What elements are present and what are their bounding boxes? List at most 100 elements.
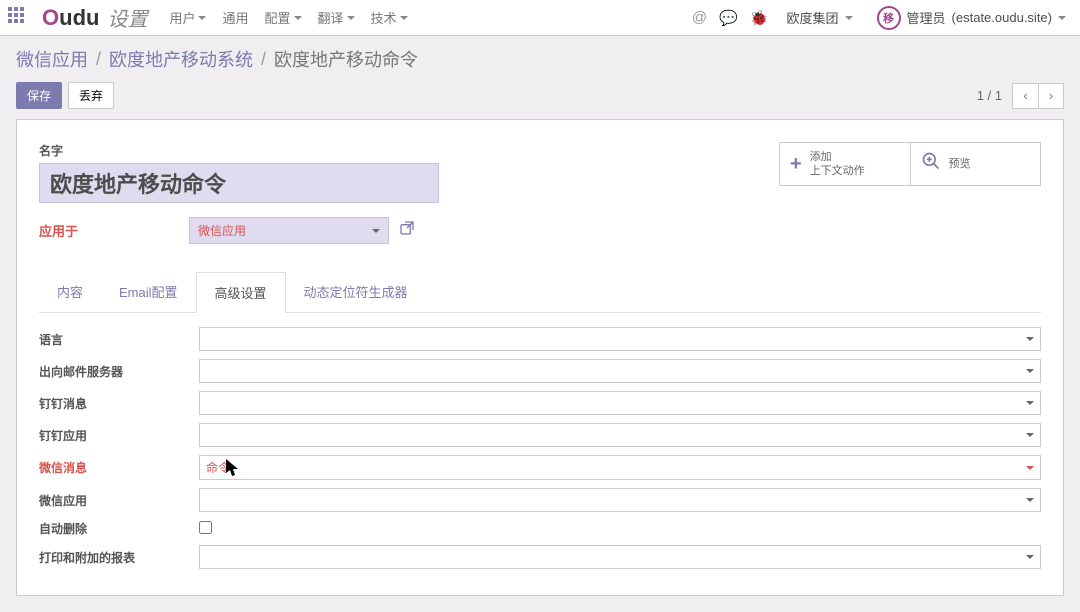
- brand-o: O: [42, 5, 59, 30]
- row-attach-report: 打印和附加的报表: [39, 541, 1041, 573]
- caret-down-icon: [294, 16, 302, 20]
- company-switcher[interactable]: 欧度集团: [781, 6, 859, 29]
- form-rows: 语言 出向邮件服务器 钉钉消息 钉钉应用 微信消息 命令 微信应用 自动删除 打: [39, 323, 1041, 573]
- topbar-right: @ 💬 🐞 欧度集团 移 管理员 (estate.oudu.site): [692, 4, 1072, 32]
- pager-prev-button[interactable]: ‹: [1012, 83, 1038, 109]
- breadcrumb-wechat-apps[interactable]: 微信应用: [16, 46, 88, 72]
- tab-content[interactable]: 内容: [39, 272, 101, 312]
- caret-down-icon: [845, 16, 853, 20]
- label-ding-msg: 钉钉消息: [39, 395, 199, 412]
- select-wx-msg[interactable]: 命令: [199, 455, 1041, 480]
- select-attach-report[interactable]: [199, 545, 1041, 569]
- caret-down-icon: [1026, 555, 1034, 559]
- nav-general[interactable]: 通用: [216, 2, 254, 33]
- app-title: 设置: [107, 3, 147, 32]
- caret-down-icon: [198, 16, 206, 20]
- company-name: 欧度集团: [787, 8, 839, 27]
- label-auto-delete: 自动删除: [39, 520, 199, 537]
- label-attach-report: 打印和附加的报表: [39, 549, 199, 566]
- chat-icon[interactable]: 💬: [719, 9, 738, 27]
- caret-down-icon: [347, 16, 355, 20]
- nav-config[interactable]: 配置: [258, 2, 307, 33]
- plus-icon: +: [790, 153, 802, 176]
- nav-translate[interactable]: 翻译: [312, 2, 361, 33]
- label-smtp: 出向邮件服务器: [39, 363, 199, 380]
- tab-advanced[interactable]: 高级设置: [196, 272, 286, 313]
- select-language[interactable]: [199, 327, 1041, 351]
- sheet-header: 名字 应用于 微信应用 + 添加 上下文动作: [39, 142, 1041, 244]
- stat-text: 添加 上下文动作: [810, 150, 865, 179]
- breadcrumb: 微信应用 / 欧度地产移动系统 / 欧度地产移动命令: [16, 46, 1064, 72]
- preview-label: 预览: [949, 157, 971, 171]
- label-wx-msg: 微信消息: [39, 459, 199, 476]
- user-site: (estate.oudu.site): [952, 10, 1052, 25]
- nav-general-label: 通用: [222, 8, 248, 27]
- breadcrumb-estate-mobile[interactable]: 欧度地产移动系统: [109, 46, 253, 72]
- form-sheet: 名字 应用于 微信应用 + 添加 上下文动作: [16, 119, 1064, 596]
- name-input[interactable]: [39, 163, 439, 203]
- control-panel: 微信应用 / 欧度地产移动系统 / 欧度地产移动命令 保存 丢弃 1 / 1 ‹…: [0, 36, 1080, 119]
- row-language: 语言: [39, 323, 1041, 355]
- stat-line1: 添加: [810, 150, 865, 164]
- apps-icon[interactable]: [8, 7, 30, 29]
- stat-buttons: + 添加 上下文动作 预览: [779, 142, 1041, 186]
- separator: /: [261, 49, 266, 70]
- save-button[interactable]: 保存: [16, 82, 62, 109]
- user-menu[interactable]: 移 管理员 (estate.oudu.site): [871, 4, 1072, 32]
- select-wx-app[interactable]: [199, 488, 1041, 512]
- wx-msg-value: 命令: [206, 459, 230, 476]
- bug-icon[interactable]: 🐞: [750, 9, 769, 27]
- select-ding-msg[interactable]: [199, 391, 1041, 415]
- label-language: 语言: [39, 331, 199, 348]
- pager-counter: 1 / 1: [977, 88, 1002, 103]
- nav-menu: 用户 通用 配置 翻译 技术: [163, 2, 413, 33]
- checkbox-auto-delete[interactable]: [199, 521, 212, 534]
- nav-users[interactable]: 用户: [163, 2, 212, 33]
- caret-down-icon: [1058, 16, 1066, 20]
- tab-email[interactable]: Email配置: [101, 272, 196, 312]
- at-icon[interactable]: @: [692, 9, 707, 26]
- discard-button[interactable]: 丢弃: [68, 82, 114, 109]
- row-wx-app: 微信应用: [39, 484, 1041, 516]
- pager-buttons: ‹ ›: [1012, 83, 1064, 109]
- row-auto-delete: 自动删除: [39, 516, 1041, 541]
- row-smtp: 出向邮件服务器: [39, 355, 1041, 387]
- magnify-plus-icon: [921, 151, 941, 177]
- caret-down-icon: [400, 16, 408, 20]
- external-link-icon[interactable]: [399, 220, 415, 241]
- row-ding-msg: 钉钉消息: [39, 387, 1041, 419]
- caret-down-icon: [1026, 433, 1034, 437]
- caret-down-icon: [1026, 369, 1034, 373]
- nav-technical[interactable]: 技术: [365, 2, 414, 33]
- nav-config-label: 配置: [264, 8, 290, 27]
- applied-value: 微信应用: [198, 222, 246, 239]
- name-label: 名字: [39, 142, 759, 159]
- applied-row: 应用于 微信应用: [39, 217, 759, 244]
- applied-select[interactable]: 微信应用: [189, 217, 389, 244]
- tab-dynamic[interactable]: 动态定位符生成器: [286, 272, 426, 312]
- brand-logo[interactable]: Oudu: [42, 5, 99, 31]
- caret-down-icon: [1026, 401, 1034, 405]
- nav-technical-label: 技术: [371, 8, 397, 27]
- avatar: 移: [877, 6, 901, 30]
- user-name: 管理员: [907, 8, 946, 27]
- label-wx-app: 微信应用: [39, 492, 199, 509]
- preview-button[interactable]: 预览: [910, 143, 1041, 185]
- nav-translate-label: 翻译: [318, 8, 344, 27]
- pager-next-button[interactable]: ›: [1038, 83, 1064, 109]
- caret-down-icon: [372, 229, 380, 233]
- brand-rest: udu: [59, 5, 99, 30]
- select-smtp[interactable]: [199, 359, 1041, 383]
- actions-row: 保存 丢弃 1 / 1 ‹ ›: [16, 82, 1064, 109]
- caret-down-icon: [1026, 466, 1034, 470]
- topbar: Oudu 设置 用户 通用 配置 翻译 技术 @ 💬 🐞 欧度集团 移 管理员 …: [0, 0, 1080, 36]
- separator: /: [96, 49, 101, 70]
- row-wx-msg: 微信消息 命令: [39, 451, 1041, 484]
- breadcrumb-current: 欧度地产移动命令: [274, 46, 418, 72]
- pager: 1 / 1 ‹ ›: [977, 83, 1064, 109]
- applied-label: 应用于: [39, 221, 179, 240]
- select-ding-app[interactable]: [199, 423, 1041, 447]
- add-context-action-button[interactable]: + 添加 上下文动作: [780, 143, 910, 185]
- title-block: 名字 应用于 微信应用: [39, 142, 759, 244]
- caret-down-icon: [1026, 337, 1034, 341]
